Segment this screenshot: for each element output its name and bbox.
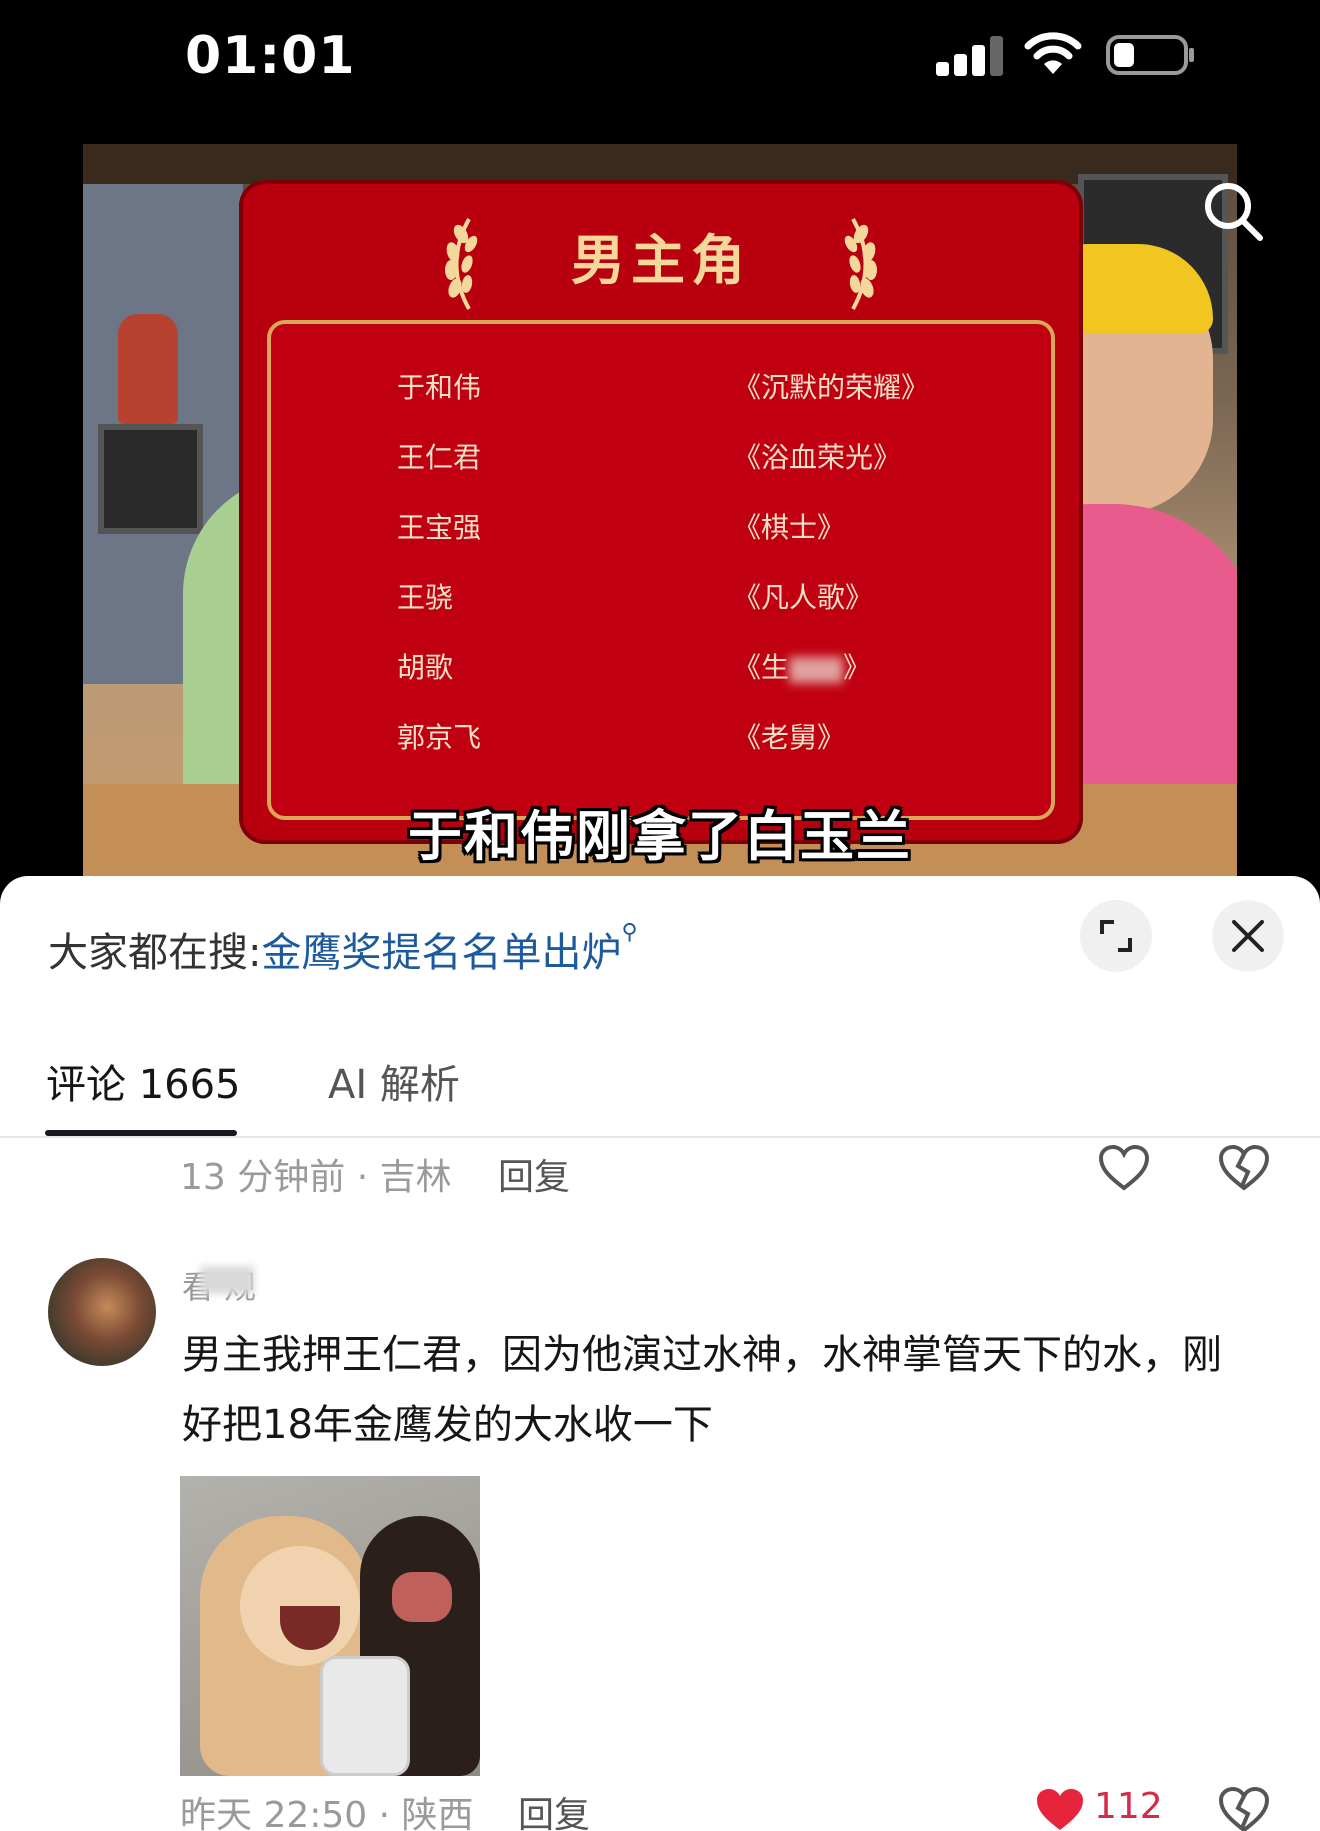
nominee-work: 《沉默的荣耀》 [733, 371, 930, 404]
close-icon [1232, 920, 1264, 952]
background-tv [98, 424, 203, 534]
award-nominee-card: 男主角 于和伟 《沉默的荣耀》 王仁君 《浴血荣光》 王宝强 《棋士》 王骁 《… [239, 180, 1083, 844]
background-shelf [83, 144, 1237, 184]
nominee-name: 王骁 [397, 581, 454, 614]
reply-button[interactable]: 回复 [498, 1148, 570, 1200]
nominee-name: 郭京飞 [397, 721, 482, 754]
background-figurine [118, 314, 178, 424]
award-category-title: 男主角 [571, 228, 751, 292]
nominee-work: 《生 》 [733, 646, 871, 686]
image-dog-right-mouth [392, 1572, 452, 1622]
hot-search-prefix: 大家都在搜: [48, 930, 262, 976]
tab-ai-analysis[interactable]: AI 解析 [328, 1052, 460, 1110]
close-button[interactable] [1212, 900, 1284, 972]
expand-icon [1100, 920, 1132, 952]
nominee-work: 《棋士》 [733, 511, 846, 544]
hot-search-bar[interactable]: 大家都在搜:金鹰奖提名名单出炉⚲ [48, 920, 638, 978]
nominee-row: 郭京飞 《老舅》 [271, 716, 1059, 766]
like-icon[interactable] [1098, 1144, 1150, 1192]
tab-comments[interactable]: 评论 1665 [46, 1052, 241, 1110]
wifi-icon [1024, 32, 1082, 74]
battery-icon [1106, 35, 1194, 75]
nominee-row: 王仁君 《浴血荣光》 [271, 436, 1059, 486]
nominee-name: 于和伟 [397, 371, 482, 404]
comment-sheet: 大家都在搜:金鹰奖提名名单出炉⚲ 评论 1665 AI 解析 13 分钟前 · … [0, 876, 1320, 1831]
status-time: 01:01 [185, 26, 356, 86]
comment-meta: 昨天 22:50 · 陕西 [180, 1795, 474, 1831]
dislike-icon[interactable] [1218, 1144, 1270, 1192]
nominee-row: 王骁 《凡人歌》 [271, 576, 1059, 626]
comment-image[interactable] [180, 1476, 480, 1776]
nominee-work: 《老舅》 [733, 721, 846, 754]
nominee-work-suffix: 》 [843, 651, 872, 684]
nominee-name: 王宝强 [397, 511, 482, 544]
video-player[interactable]: 男主角 于和伟 《沉默的荣耀》 王仁君 《浴血荣光》 王宝强 《棋士》 王骁 《… [83, 144, 1237, 876]
hot-search-link[interactable]: 金鹰奖提名名单出炉 [261, 930, 621, 976]
reply-button[interactable]: 回复 [518, 1786, 590, 1831]
nominee-work-visible: 《生 [733, 651, 790, 684]
search-small-icon: ⚲ [621, 920, 638, 945]
nominee-row: 于和伟 《沉默的荣耀》 [271, 366, 1059, 416]
search-icon[interactable] [1200, 178, 1266, 244]
video-subtitle: 于和伟刚拿了白玉兰 [408, 805, 912, 868]
nominee-list: 于和伟 《沉默的荣耀》 王仁君 《浴血荣光》 王宝强 《棋士》 王骁 《凡人歌》… [267, 320, 1055, 820]
like-count: 112 [1094, 1786, 1163, 1827]
dislike-icon[interactable] [1218, 1786, 1270, 1831]
nominee-row: 王宝强 《棋士》 [271, 506, 1059, 556]
nominee-work: 《凡人歌》 [733, 581, 874, 614]
signal-icon [936, 34, 1004, 76]
nominee-name: 胡歌 [397, 651, 454, 684]
active-tab-indicator [45, 1130, 237, 1136]
liked-heart-icon[interactable] [1034, 1786, 1086, 1831]
status-bar: 01:01 [0, 0, 1320, 120]
blurred-username [200, 1266, 254, 1294]
comment-meta: 13 分钟前 · 吉林 [180, 1157, 452, 1198]
expand-button[interactable] [1080, 900, 1152, 972]
laurel-right-icon [844, 218, 877, 310]
blurred-text [789, 656, 844, 683]
comment-tabs: 评论 1665 AI 解析 [0, 1026, 1320, 1138]
avatar[interactable] [48, 1258, 156, 1366]
nominee-name: 王仁君 [397, 441, 482, 474]
comment-text: 男主我押王仁君，因为他演过水神，水神掌管天下的水，刚好把18年金鹰发的大水收一下 [182, 1332, 1222, 1448]
nominee-row: 胡歌 《生 》 [271, 646, 1059, 696]
nominee-work: 《浴血荣光》 [733, 441, 902, 474]
image-phone [320, 1656, 410, 1776]
